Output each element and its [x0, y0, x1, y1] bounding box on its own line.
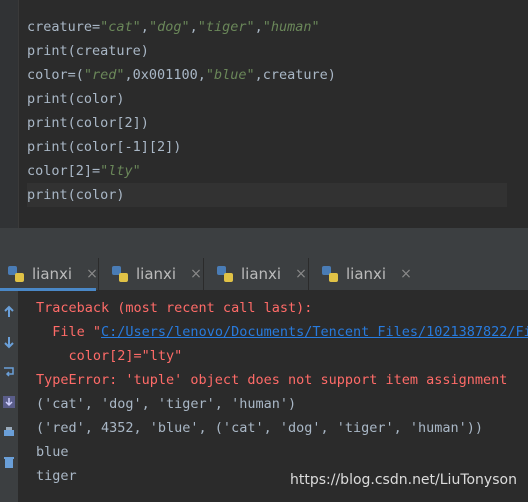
output-line-1: ('cat', 'dog', 'tiger', 'human')	[36, 396, 297, 412]
tab-label: lianxi	[241, 265, 282, 283]
tab-label: lianxi	[346, 265, 387, 283]
code-line-8[interactable]: print(color)	[27, 183, 507, 207]
code-line-1[interactable]: creature="cat","dog","tiger","human"	[27, 15, 507, 39]
run-tabs: lianxi × lianxi × lianxi × lianxi ×	[0, 258, 528, 291]
error-line: TypeError: 'tuple' object does not suppo…	[36, 372, 508, 388]
tab-lianxi-3[interactable]: lianxi ×	[215, 258, 307, 290]
wrap-icon[interactable]	[2, 365, 16, 379]
tab-lianxi-2[interactable]: lianxi ×	[110, 258, 202, 290]
code-editor[interactable]: creature="cat","dog","tiger","human" pri…	[0, 0, 528, 228]
python-icon	[217, 266, 233, 282]
arrow-down-icon[interactable]	[2, 335, 16, 349]
output-line-3: blue	[36, 444, 69, 460]
output-line-2: ('red', 4352, 'blue', ('cat', 'dog', 'ti…	[36, 420, 484, 436]
close-icon[interactable]: ×	[295, 266, 307, 282]
tab-label: lianxi	[32, 265, 73, 283]
tab-lianxi-4[interactable]: lianxi ×	[320, 258, 412, 290]
code-line-3[interactable]: color=("red",0x001100,"blue",creature)	[27, 63, 507, 87]
scroll-to-end-icon[interactable]	[2, 395, 16, 409]
run-console[interactable]: Traceback (most recent call last): File …	[0, 291, 528, 502]
python-icon	[112, 266, 128, 282]
panel-separator	[0, 228, 528, 258]
python-icon	[8, 266, 24, 282]
code-area[interactable]: creature="cat","dog","tiger","human" pri…	[27, 15, 507, 207]
traceback-line: Traceback (most recent call last):	[36, 300, 313, 316]
python-icon	[322, 266, 338, 282]
console-output: Traceback (most recent call last): File …	[36, 296, 528, 488]
tab-label: lianxi	[136, 265, 177, 283]
code-line-5[interactable]: print(color[2])	[27, 111, 507, 135]
console-toolbar	[0, 291, 18, 502]
code-line-7[interactable]: color[2]="lty"	[27, 159, 507, 183]
tab-lianxi-1[interactable]: lianxi ×	[6, 258, 98, 290]
code-line-6[interactable]: print(color[-1][2])	[27, 135, 507, 159]
file-link[interactable]: C:/Users/lenovo/Documents/Tencent Files/…	[101, 324, 528, 340]
trash-icon[interactable]	[2, 455, 16, 469]
print-icon[interactable]	[2, 425, 16, 439]
close-icon[interactable]: ×	[400, 266, 412, 282]
watermark: https://blog.csdn.net/LiuTonyson	[290, 472, 517, 488]
editor-gutter	[0, 0, 19, 228]
file-line: File "C:/Users/lenovo/Documents/Tencent …	[36, 320, 528, 344]
close-icon[interactable]: ×	[190, 266, 202, 282]
code-line-2[interactable]: print(creature)	[27, 39, 507, 63]
code-line-4[interactable]: print(color)	[27, 87, 507, 111]
arrow-up-icon[interactable]	[2, 305, 16, 319]
close-icon[interactable]: ×	[86, 266, 98, 282]
code-context-line: color[2]="lty"	[36, 348, 183, 364]
